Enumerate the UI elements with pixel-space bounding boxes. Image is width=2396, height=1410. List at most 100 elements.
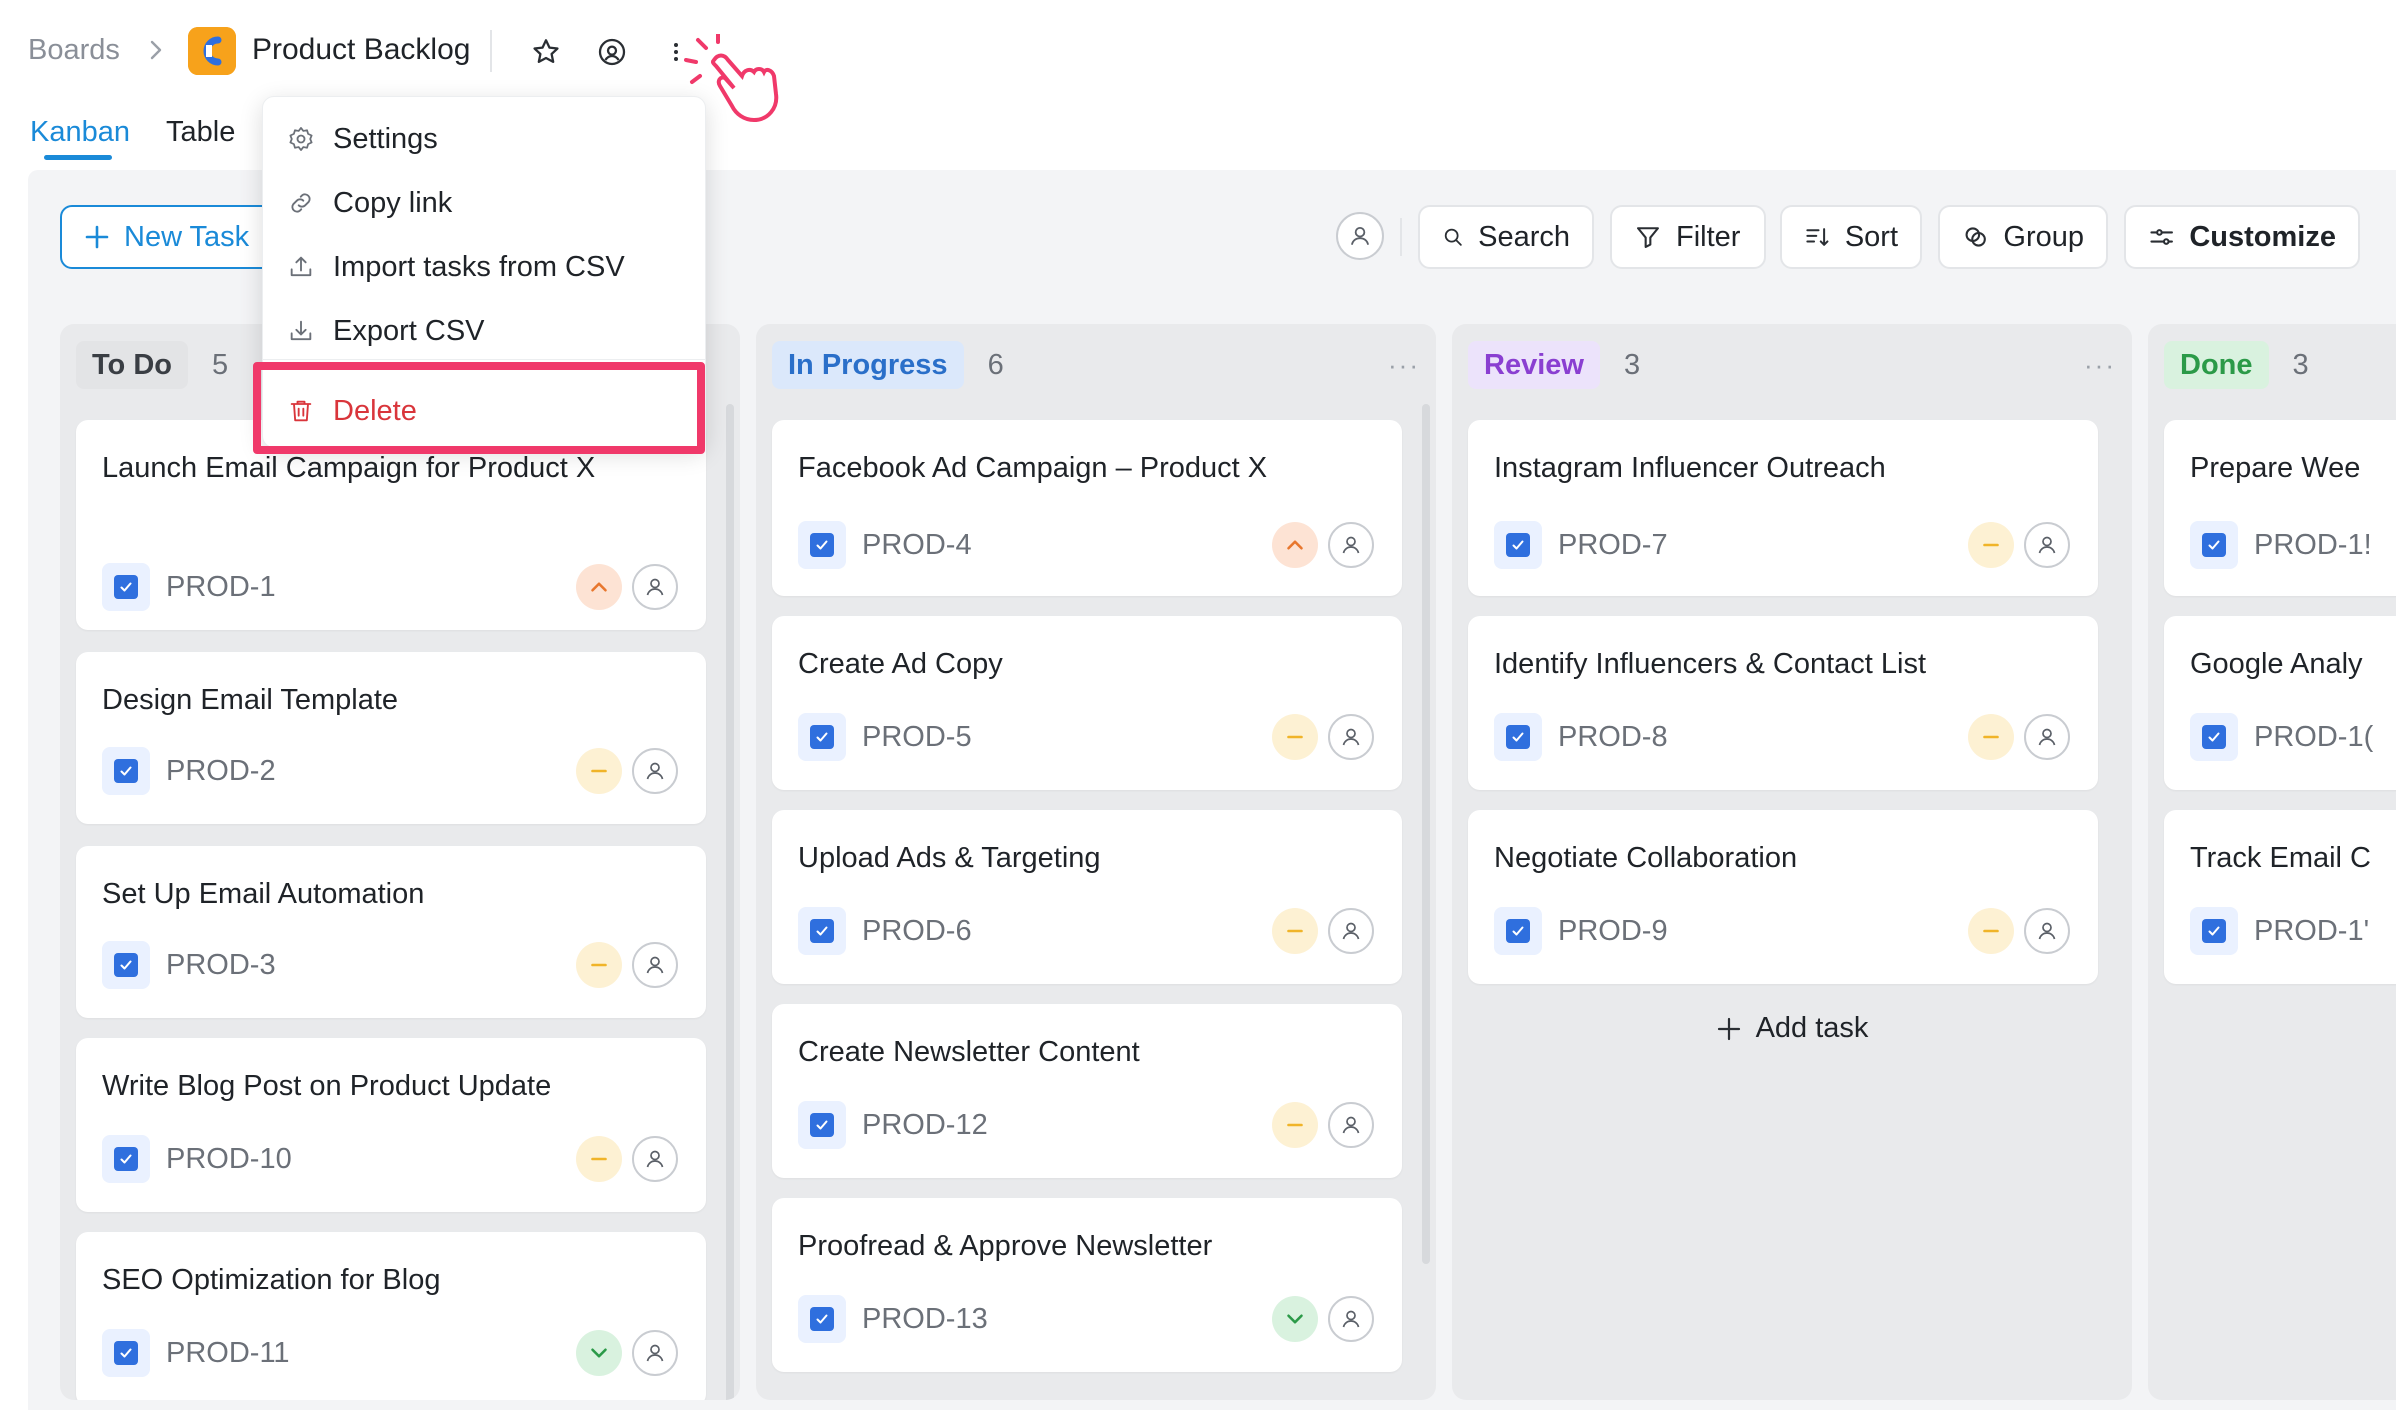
column-scrollbar[interactable] — [1422, 404, 1430, 1264]
sort-button[interactable]: Sort — [1780, 205, 1922, 269]
task-title: Prepare Wee — [2190, 452, 2361, 484]
board-logo-icon — [188, 27, 236, 75]
task-card[interactable]: Create Newsletter Content PROD-12 — [772, 1004, 1402, 1178]
assignee-avatar[interactable] — [1328, 714, 1374, 760]
assignee-avatar[interactable] — [1328, 908, 1374, 954]
task-card[interactable]: Write Blog Post on Product Update PROD-1… — [76, 1038, 706, 1212]
column-todo: To Do 5 Launch Email Campaign for Produc… — [60, 324, 740, 1400]
task-id: PROD-6 — [862, 914, 972, 947]
assignee-avatar[interactable] — [632, 942, 678, 988]
assignee-avatar[interactable] — [2024, 714, 2070, 760]
breadcrumb-boards[interactable]: Boards — [28, 34, 120, 67]
assignee-avatar[interactable] — [1328, 522, 1374, 568]
priority-medium-icon[interactable] — [1968, 908, 2014, 954]
task-type-icon — [1494, 521, 1542, 569]
task-id: PROD-12 — [862, 1108, 988, 1141]
priority-low-icon[interactable] — [1272, 1296, 1318, 1342]
task-card[interactable]: Set Up Email Automation PROD-3 — [76, 846, 706, 1018]
task-title: Track Email C — [2190, 842, 2371, 874]
priority-medium-icon[interactable] — [1272, 714, 1318, 760]
task-card[interactable]: Proofread & Approve Newsletter PROD-13 — [772, 1198, 1402, 1372]
menu-item-export-csv[interactable]: Export CSV — [287, 303, 485, 359]
menu-item-settings[interactable]: Settings — [287, 111, 438, 167]
task-title: Proofread & Approve Newsletter — [798, 1230, 1213, 1262]
assignee-avatar[interactable] — [2024, 908, 2070, 954]
task-card[interactable]: Identify Influencers & Contact List PROD… — [1468, 616, 2098, 790]
task-type-icon — [1494, 713, 1542, 761]
more-vertical-icon — [674, 43, 678, 61]
column-done: Done 3 Prepare Wee PROD-1! Google Analy … — [2148, 324, 2396, 1400]
task-card[interactable]: Negotiate Collaboration PROD-9 — [1468, 810, 2098, 984]
column-title: In Progress — [772, 341, 964, 389]
priority-medium-icon[interactable] — [1272, 1102, 1318, 1148]
priority-low-icon[interactable] — [576, 1330, 622, 1376]
task-title: Identify Influencers & Contact List — [1494, 648, 1926, 680]
task-card[interactable]: Upload Ads & Targeting PROD-6 — [772, 810, 1402, 984]
star-button[interactable] — [524, 30, 568, 74]
column-more-button[interactable]: ··· — [1388, 350, 1420, 381]
upload-icon — [290, 256, 312, 277]
assignee-avatar[interactable] — [632, 748, 678, 794]
task-card[interactable]: Instagram Influencer Outreach PROD-7 — [1468, 420, 2098, 596]
task-card[interactable]: SEO Optimization for Blog PROD-11 — [76, 1232, 706, 1400]
task-card[interactable]: Track Email C PROD-1' — [2164, 810, 2396, 984]
priority-high-icon[interactable] — [1272, 522, 1318, 568]
task-id: PROD-5 — [862, 720, 972, 753]
menu-item-import-csv[interactable]: Import tasks from CSV — [287, 239, 625, 295]
task-id: PROD-9 — [1558, 914, 1668, 947]
column-header: Review 3 ··· — [1468, 340, 2116, 390]
column-header: In Progress 6 ··· — [772, 340, 1420, 390]
assignee-filter-avatar[interactable] — [1336, 212, 1384, 260]
task-id: PROD-8 — [1558, 720, 1668, 753]
priority-medium-icon[interactable] — [576, 942, 622, 988]
task-card[interactable]: Google Analy PROD-1( — [2164, 616, 2396, 790]
task-type-icon — [1494, 907, 1542, 955]
gear-icon — [289, 127, 313, 151]
task-title: Google Analy — [2190, 648, 2363, 680]
sort-label: Sort — [1844, 220, 1898, 253]
priority-high-icon[interactable] — [576, 564, 622, 610]
search-button[interactable]: Search — [1418, 205, 1594, 269]
header-divider — [490, 30, 492, 72]
task-title: Facebook Ad Campaign – Product X — [798, 452, 1268, 484]
priority-medium-icon[interactable] — [1968, 714, 2014, 760]
assignee-avatar[interactable] — [632, 564, 678, 610]
task-type-icon — [2190, 713, 2238, 761]
column-scrollbar[interactable] — [726, 404, 734, 1400]
task-card[interactable]: Facebook Ad Campaign – Product X PROD-4 — [772, 420, 1402, 596]
user-icon — [2038, 922, 2056, 940]
tab-table[interactable]: Table — [166, 116, 235, 149]
assignee-avatar[interactable] — [1328, 1296, 1374, 1342]
assignee-avatar[interactable] — [1328, 1102, 1374, 1148]
tab-kanban-underline — [44, 155, 112, 160]
priority-medium-icon[interactable] — [576, 1136, 622, 1182]
task-card[interactable]: Create Ad Copy PROD-5 — [772, 616, 1402, 790]
priority-medium-icon[interactable] — [1272, 908, 1318, 954]
column-more-button[interactable]: ··· — [2084, 350, 2116, 381]
assignee-avatar[interactable] — [632, 1136, 678, 1182]
user-icon — [646, 1344, 664, 1362]
group-button[interactable]: Group — [1938, 205, 2108, 269]
assignee-avatar[interactable] — [2024, 522, 2070, 568]
column-in-progress: In Progress 6 ··· Facebook Ad Campaign –… — [756, 324, 1436, 1400]
task-id: PROD-1( — [2254, 720, 2374, 753]
user-icon — [646, 578, 664, 596]
task-type-icon — [102, 941, 150, 989]
task-card[interactable]: Design Email Template PROD-2 — [76, 652, 706, 824]
add-task-button[interactable]: Add task — [1452, 1012, 2132, 1045]
task-card[interactable]: Prepare Wee PROD-1! — [2164, 420, 2396, 596]
user-icon — [1350, 226, 1370, 245]
filter-icon — [1637, 227, 1659, 248]
task-title: Create Ad Copy — [798, 648, 1003, 680]
priority-medium-icon[interactable] — [576, 748, 622, 794]
customize-button[interactable]: Customize — [2124, 205, 2360, 269]
tab-kanban[interactable]: Kanban — [30, 116, 130, 149]
task-type-icon — [798, 1295, 846, 1343]
new-task-label: New Task — [124, 220, 250, 253]
priority-medium-icon[interactable] — [1968, 522, 2014, 568]
menu-item-copy-link[interactable]: Copy link — [287, 175, 452, 231]
sliders-icon — [2150, 229, 2173, 245]
watch-button[interactable] — [590, 30, 634, 74]
assignee-avatar[interactable] — [632, 1330, 678, 1376]
filter-button[interactable]: Filter — [1610, 205, 1766, 269]
